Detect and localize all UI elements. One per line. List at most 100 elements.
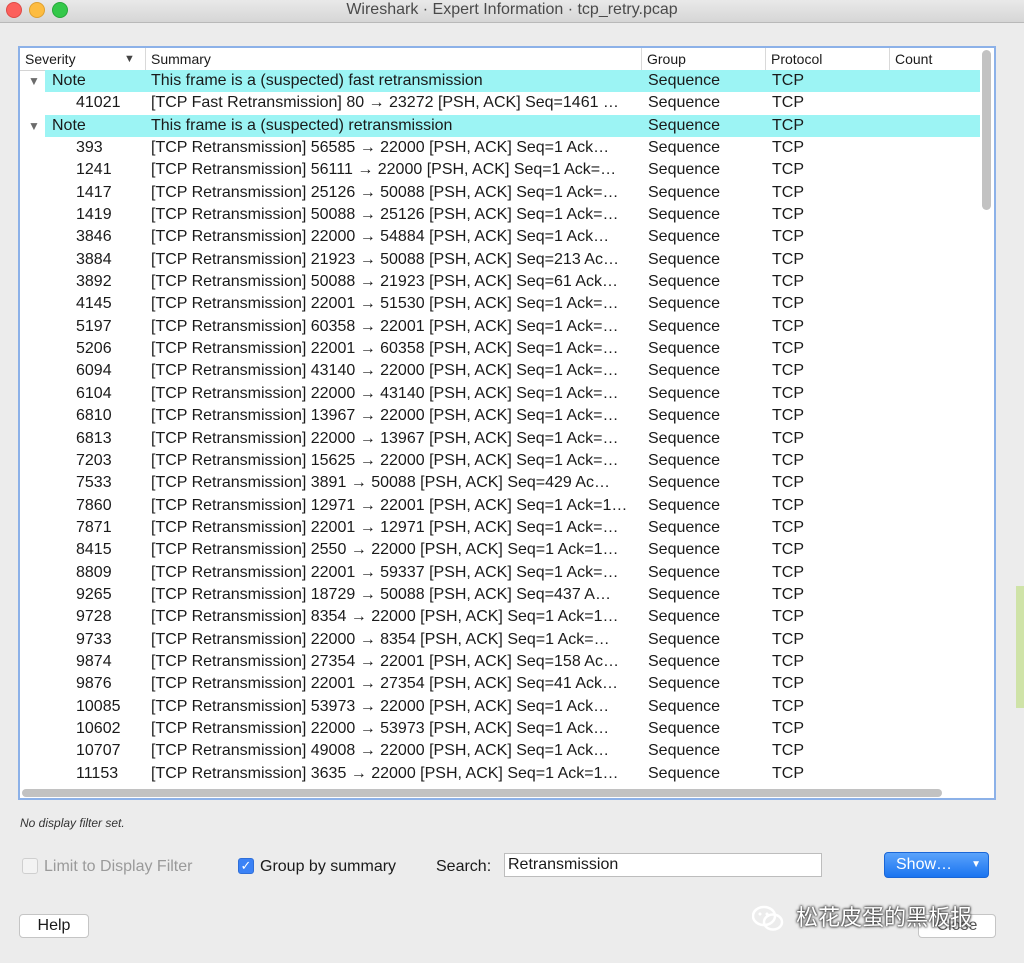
limit-checkbox-label: Limit to Display Filter — [44, 858, 193, 875]
checkmark-icon[interactable]: ✓ — [238, 858, 254, 874]
table-row[interactable]: 9874 [TCP Retransmission] 27354 → 22001 [… — [20, 651, 980, 673]
packet-protocol: TCP — [772, 407, 804, 425]
table-row[interactable]: 8809 [TCP Retransmission] 22001 → 59337 [… — [20, 562, 980, 584]
group-group: Sequence — [648, 72, 721, 89]
packet-summary: [TCP Retransmission] 50088 → 21923 [PSH,… — [151, 273, 619, 291]
table-row[interactable]: 6813 [TCP Retransmission] 22000 → 13967 [… — [20, 428, 980, 450]
column-header-group[interactable]: Group — [642, 48, 766, 70]
table-row[interactable]: 9728 [TCP Retransmission] 8354 → 22000 [P… — [20, 606, 980, 628]
packet-group: Sequence — [648, 719, 721, 737]
group-row[interactable]: ▼ Note This frame is a (suspected) retrans… — [20, 114, 980, 138]
table-row[interactable]: 7871 [TCP Retransmission] 22001 → 12971 [… — [20, 517, 980, 539]
search-input[interactable] — [504, 853, 822, 877]
packet-group: Sequence — [648, 273, 721, 291]
packet-protocol: TCP — [772, 541, 804, 559]
packet-protocol: TCP — [772, 608, 804, 626]
table-row[interactable]: 11153 [TCP Retransmission] 3635 → 22000 [… — [20, 763, 980, 785]
limit-to-display-filter-checkbox[interactable]: Limit to Display Filter — [22, 857, 212, 877]
table-row[interactable]: 7533 [TCP Retransmission] 3891 → 50088 [P… — [20, 472, 980, 494]
packet-protocol: TCP — [772, 652, 804, 670]
packet-protocol: TCP — [772, 295, 804, 313]
table-row[interactable]: 1417 [TCP Retransmission] 25126 → 50088 [… — [20, 182, 980, 204]
column-header-summary-label: Summary — [151, 51, 211, 67]
packet-protocol: TCP — [772, 474, 804, 492]
packet-protocol: TCP — [772, 139, 804, 157]
packet-group: Sequence — [648, 518, 721, 536]
column-header-count[interactable]: Count — [890, 48, 980, 70]
horizontal-scrollbar-thumb[interactable] — [22, 789, 942, 797]
expert-info-tree[interactable]: Severity ▼ Summary Group Protocol Count … — [18, 46, 996, 800]
help-button[interactable]: Help — [19, 914, 89, 938]
table-row[interactable]: 5206 [TCP Retransmission] 22001 → 60358 [… — [20, 338, 980, 360]
table-row[interactable]: 3846 [TCP Retransmission] 22000 → 54884 [… — [20, 226, 980, 248]
group-row[interactable]: ▼ Note This frame is a (suspected) fast re… — [20, 70, 980, 93]
packet-group: Sequence — [648, 228, 721, 246]
packet-summary: [TCP Retransmission] 56111 → 22000 [PSH,… — [151, 161, 617, 179]
frame-number: 1241 — [76, 161, 112, 179]
frame-number: 11153 — [76, 764, 119, 782]
group-by-summary-checkbox[interactable]: ✓ Group by summary — [238, 857, 408, 877]
packet-protocol: TCP — [772, 563, 804, 581]
frame-number: 4145 — [76, 295, 112, 313]
table-row[interactable]: 41021 [TCP Fast Retransmission] 80 → 2327… — [20, 92, 980, 114]
vertical-scrollbar[interactable] — [982, 50, 992, 784]
packet-protocol: TCP — [772, 496, 804, 514]
table-row[interactable]: 10602 [TCP Retransmission] 22000 → 53973 … — [20, 718, 980, 740]
table-row[interactable]: 4145 [TCP Retransmission] 22001 → 51530 [… — [20, 293, 980, 315]
table-row[interactable]: 9876 [TCP Retransmission] 22001 → 27354 [… — [20, 673, 980, 695]
table-row[interactable]: 8415 [TCP Retransmission] 2550 → 22000 [P… — [20, 539, 980, 561]
frame-number: 1417 — [76, 183, 112, 201]
table-row[interactable]: 6104 [TCP Retransmission] 22000 → 43140 [… — [20, 383, 980, 405]
table-row[interactable]: 10707 [TCP Retransmission] 49008 → 22000 … — [20, 740, 980, 762]
group-severity: Note — [52, 72, 86, 89]
expand-triangle-icon[interactable]: ▼ — [28, 70, 40, 92]
packet-summary: [TCP Retransmission] 22000 → 43140 [PSH,… — [151, 384, 619, 402]
table-row[interactable]: 3884 [TCP Retransmission] 21923 → 50088 [… — [20, 249, 980, 271]
expand-triangle-icon[interactable]: ▼ — [28, 115, 40, 137]
horizontal-scrollbar[interactable] — [22, 788, 980, 798]
watermark-text: 松花皮蛋的黑板报 — [796, 905, 973, 930]
packet-group: Sequence — [648, 541, 721, 559]
limit-checkbox-box[interactable] — [22, 858, 38, 874]
frame-number: 5206 — [76, 340, 112, 358]
group-checkbox-label: Group by summary — [260, 858, 397, 875]
show-dropdown-button[interactable]: Show… ▼ — [884, 852, 989, 878]
wechat-icon — [752, 905, 784, 931]
packet-group: Sequence — [648, 675, 721, 693]
packet-protocol: TCP — [772, 340, 804, 358]
packet-group: Sequence — [648, 317, 721, 335]
group-summary: This frame is a (suspected) retransmissi… — [151, 116, 453, 134]
packet-group: Sequence — [648, 139, 721, 157]
table-row[interactable]: 1241 [TCP Retransmission] 56111 → 22000 [… — [20, 159, 980, 181]
frame-number: 9733 — [76, 630, 112, 648]
group-protocol: TCP — [772, 116, 804, 134]
packet-summary: [TCP Retransmission] 21923 → 50088 [PSH,… — [151, 250, 619, 268]
table-row[interactable]: 7203 [TCP Retransmission] 15625 → 22000 [… — [20, 450, 980, 472]
table-row[interactable]: 9733 [TCP Retransmission] 22000 → 8354 [P… — [20, 629, 980, 651]
table-row[interactable]: 9265 [TCP Retransmission] 18729 → 50088 [… — [20, 584, 980, 606]
column-header-protocol[interactable]: Protocol — [766, 48, 890, 70]
table-row[interactable]: 5197 [TCP Retransmission] 60358 → 22001 [… — [20, 316, 980, 338]
packet-protocol: TCP — [772, 719, 804, 737]
packet-summary: [TCP Retransmission] 12971 → 22001 [PSH,… — [151, 496, 628, 514]
vertical-scrollbar-thumb[interactable] — [982, 50, 991, 210]
table-row[interactable]: 6810 [TCP Retransmission] 13967 → 22000 [… — [20, 405, 980, 427]
group-group: Sequence — [648, 116, 721, 134]
table-row[interactable]: 3892 [TCP Retransmission] 50088 → 21923 [… — [20, 271, 980, 293]
packet-summary: [TCP Retransmission] 22001 → 59337 [PSH,… — [151, 563, 619, 581]
packet-summary: [TCP Retransmission] 27354 → 22001 [PSH,… — [151, 652, 619, 670]
packet-group: Sequence — [648, 451, 721, 469]
table-row[interactable]: 1419 [TCP Retransmission] 50088 → 25126 [… — [20, 204, 980, 226]
packet-group: Sequence — [648, 429, 721, 447]
packet-summary: [TCP Retransmission] 13967 → 22000 [PSH,… — [151, 407, 619, 425]
column-header-severity[interactable]: Severity ▼ — [20, 48, 146, 70]
table-row[interactable]: 393 [TCP Retransmission] 56585 → 22000 [P… — [20, 137, 980, 159]
table-row[interactable]: 7860 [TCP Retransmission] 12971 → 22001 [… — [20, 495, 980, 517]
window-title: Wireshark · Expert Information · tcp_ret… — [346, 1, 678, 18]
column-header-summary[interactable]: Summary — [146, 48, 642, 70]
packet-summary: [TCP Fast Retransmission] 80 → 23272 [PS… — [151, 94, 619, 112]
table-row[interactable]: 10085 [TCP Retransmission] 53973 → 22000 … — [20, 696, 980, 718]
tree-rows: ▼ Note This frame is a (suspected) fast re… — [20, 70, 980, 786]
table-row[interactable]: 6094 [TCP Retransmission] 43140 → 22000 [… — [20, 360, 980, 382]
packet-summary: [TCP Retransmission] 18729 → 50088 [PSH,… — [151, 585, 611, 603]
